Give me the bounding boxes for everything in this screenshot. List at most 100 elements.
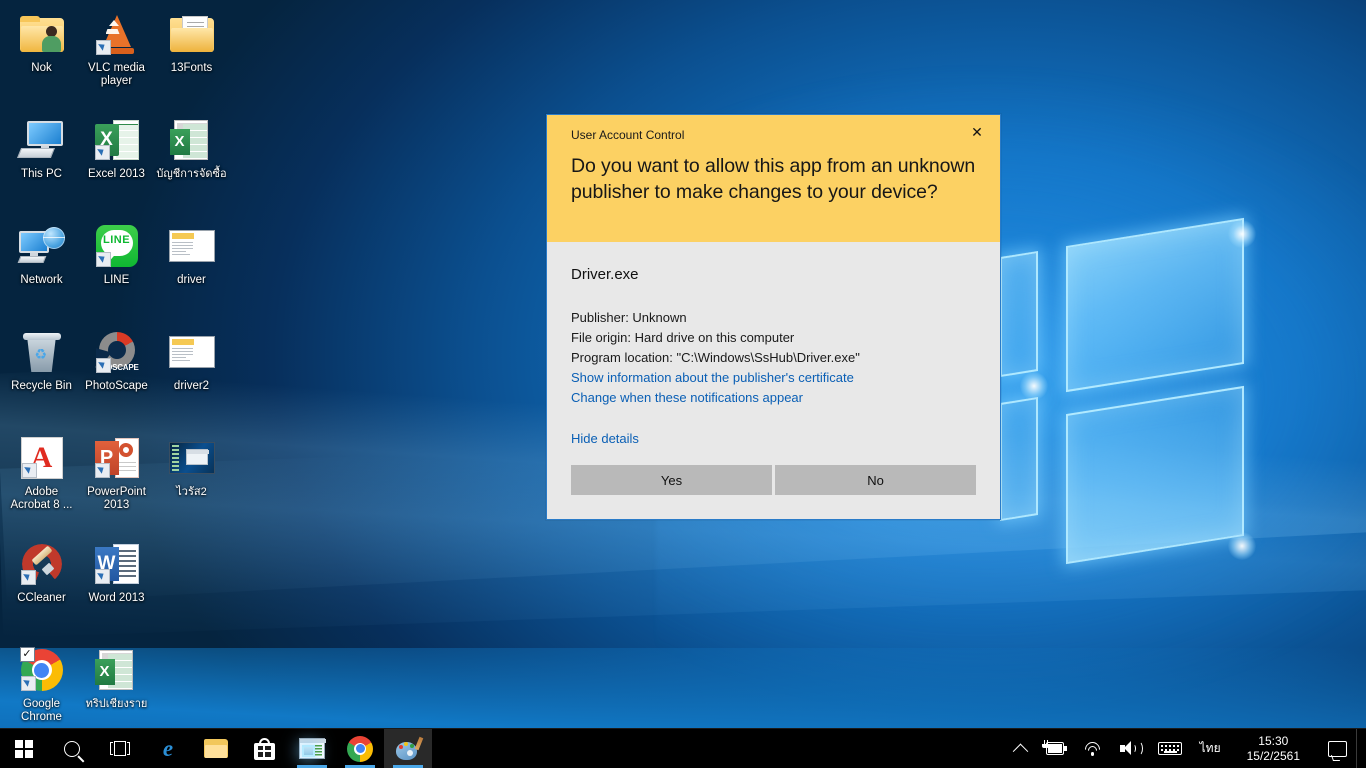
recycle-bin-icon: ♻ <box>18 328 66 376</box>
uac-question-text: Do you want to allow this app from an un… <box>571 155 976 203</box>
task-view-button[interactable] <box>96 729 144 768</box>
desktop-icon-label: Recycle Bin <box>11 380 72 392</box>
search-icon <box>64 740 80 757</box>
desktop-icon-label: PhotoScape <box>85 380 148 392</box>
desktop-icon-purchase-account[interactable]: X บัญชีการจัดซื้อ <box>154 112 229 218</box>
shortcut-arrow-icon <box>95 40 111 55</box>
microsoft-store-button[interactable] <box>240 729 288 768</box>
hero-sparkle-top <box>1228 220 1256 248</box>
clock-date: 15/2/2561 <box>1246 748 1300 763</box>
screenshot-thumbnail-icon <box>168 222 216 270</box>
show-desktop-button[interactable] <box>1356 728 1364 768</box>
photoscape-icon: OTOSCAPE <box>93 328 141 376</box>
uac-button-row: Yes No <box>547 465 1000 495</box>
speaker-icon <box>1119 741 1143 756</box>
shortcut-arrow-icon <box>94 463 110 478</box>
uac-window-title: User Account Control <box>571 128 685 142</box>
system-tray[interactable]: ไทย 15:30 15/2/2561 <box>1006 728 1366 768</box>
desktop-icon-label: driver <box>177 274 206 286</box>
clock-button[interactable]: 15:30 15/2/2561 <box>1230 729 1319 768</box>
search-button[interactable] <box>48 729 96 768</box>
battery-button[interactable] <box>1035 729 1075 768</box>
desktop-icon-label: Network <box>20 274 63 286</box>
desktop-icon-driver2[interactable]: driver2 <box>154 324 229 430</box>
wifi-icon <box>1081 738 1103 760</box>
desktop-icon-empty-slot <box>154 536 229 642</box>
ccleaner-icon <box>18 540 66 588</box>
word-icon: W <box>93 540 141 588</box>
yes-button[interactable]: Yes <box>571 465 772 495</box>
folder-documents-icon <box>168 10 216 58</box>
no-button[interactable]: No <box>775 465 976 495</box>
shortcut-arrow-icon <box>95 252 111 267</box>
shortcut-arrow-icon <box>20 570 36 585</box>
start-button[interactable] <box>0 729 48 768</box>
show-publisher-certificate-link[interactable]: Show information about the publisher's c… <box>571 368 854 388</box>
uac-publisher-line: Publisher: Unknown <box>571 310 687 325</box>
uac-program-location-line: Program location: "C:\Windows\SsHub\Driv… <box>571 350 860 365</box>
change-notifications-link[interactable]: Change when these notifications appear <box>571 388 803 408</box>
adobe-acrobat-icon: A <box>18 434 66 482</box>
desktop-icon-13fonts[interactable]: 13Fonts <box>154 6 229 112</box>
uac-header: User Account Control ✕ Do you want to al… <box>547 115 1000 242</box>
desktop-screenshot-icon <box>168 434 216 482</box>
desktop-icon-powerpoint-2013[interactable]: P PowerPoint 2013 <box>79 430 154 536</box>
paint-button[interactable] <box>384 729 432 768</box>
touch-keyboard-button[interactable] <box>1149 729 1191 768</box>
show-hidden-icons-button[interactable] <box>1006 729 1035 768</box>
app-window-icon <box>299 738 326 759</box>
desktop-icon-this-pc[interactable]: This PC <box>4 112 79 218</box>
hero-pane-top-right <box>1066 217 1244 393</box>
file-explorer-button[interactable] <box>192 729 240 768</box>
desktop-icon-label: Excel 2013 <box>88 168 145 180</box>
shortcut-arrow-icon <box>21 463 37 478</box>
this-pc-icon <box>16 116 66 164</box>
edge-button[interactable]: e <box>144 729 192 768</box>
shortcut-arrow-icon <box>94 145 110 160</box>
uac-body: Driver.exe Publisher: Unknown File origi… <box>547 242 1000 449</box>
windows-hero-logo <box>1000 217 1300 565</box>
desktop-icon-excel-2013[interactable]: X Excel 2013 <box>79 112 154 218</box>
desktop-icon-label: driver2 <box>173 380 210 392</box>
desktop-icon-network[interactable]: Network <box>4 218 79 324</box>
uac-app-name: Driver.exe <box>571 266 639 283</box>
chrome-icon: ✓ <box>18 646 66 694</box>
action-center-icon <box>1328 740 1347 757</box>
close-icon[interactable]: ✕ <box>960 121 994 143</box>
desktop[interactable]: Nok VLC media player 13Fonts This PC X E… <box>0 0 1366 768</box>
volume-button[interactable] <box>1111 729 1149 768</box>
network-button[interactable] <box>1075 729 1111 768</box>
desktop-icon-label: Google Chrome <box>21 698 62 723</box>
user-folder-icon <box>18 10 66 58</box>
windows-logo-icon <box>15 739 33 758</box>
clock-time: 15:30 <box>1258 733 1289 748</box>
desktop-icon-vlc-media-player[interactable]: VLC media player <box>79 6 154 112</box>
app-window-button[interactable] <box>288 729 336 768</box>
action-center-button[interactable] <box>1319 729 1356 768</box>
desktop-icon-word-2013[interactable]: W Word 2013 <box>79 536 154 642</box>
desktop-icon-photoscape[interactable]: OTOSCAPE PhotoScape <box>79 324 154 430</box>
desktop-icon-adobe-acrobat[interactable]: A Adobe Acrobat 8 ... <box>4 430 79 536</box>
shortcut-arrow-icon <box>95 358 111 373</box>
desktop-icon-driver[interactable]: driver <box>154 218 229 324</box>
shortcut-arrow-icon <box>20 676 36 691</box>
desktop-icon-nok[interactable]: Nok <box>4 6 79 112</box>
powerpoint-icon: P <box>93 434 141 482</box>
store-bag-icon <box>253 737 275 760</box>
chevron-up-icon <box>1012 743 1028 760</box>
language-indicator[interactable]: ไทย <box>1191 729 1230 768</box>
chrome-button[interactable] <box>336 729 384 768</box>
hero-sparkle-bottom <box>1228 532 1256 560</box>
desktop-icon-label: VLC media player <box>88 62 145 87</box>
task-view-icon <box>110 741 130 756</box>
desktop-icon-line[interactable]: LINE LINE <box>79 218 154 324</box>
desktop-icon-ccleaner[interactable]: CCleaner <box>4 536 79 642</box>
hero-sparkle-middle <box>1020 372 1048 400</box>
desktop-icon-virus2[interactable]: ไวรัส2 <box>154 430 229 536</box>
desktop-icon-label: This PC <box>21 168 62 180</box>
user-account-control-dialog[interactable]: User Account Control ✕ Do you want to al… <box>546 114 1001 520</box>
taskbar[interactable]: e ไทย 15:30 15/2/2561 <box>0 728 1366 768</box>
hide-details-link[interactable]: Hide details <box>571 429 639 449</box>
desktop-icon-recycle-bin[interactable]: ♻ Recycle Bin <box>4 324 79 430</box>
desktop-icon-label: ทริปเชียงราย <box>85 698 148 710</box>
